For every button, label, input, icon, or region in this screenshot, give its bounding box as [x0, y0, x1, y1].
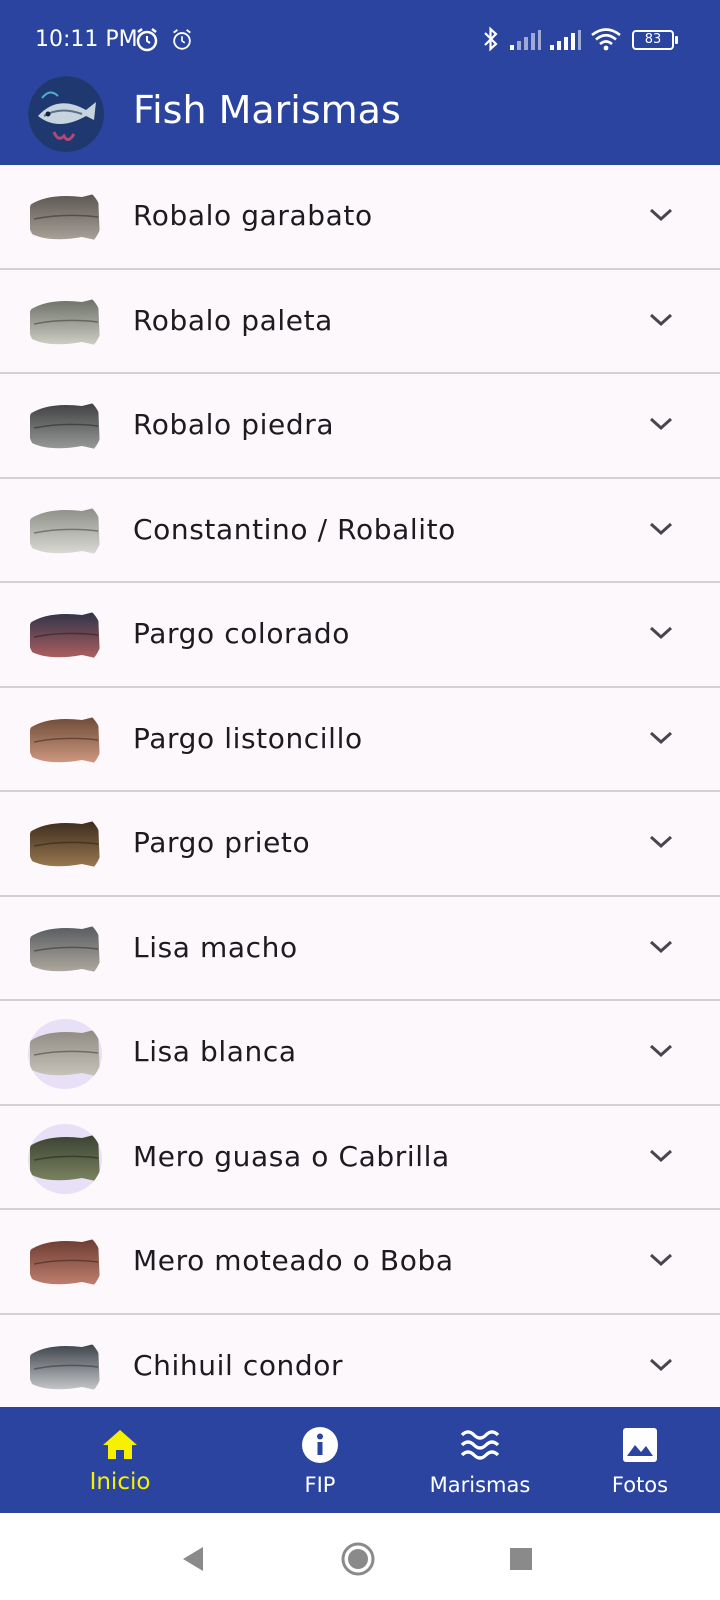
app-logo [28, 76, 104, 152]
nav-fotos[interactable]: Fotos [570, 1407, 710, 1513]
chevron-down-icon[interactable] [648, 310, 674, 330]
list-item-label: Robalo piedra [133, 408, 335, 441]
alarm-icon [136, 28, 158, 52]
chevron-down-icon[interactable] [648, 623, 674, 643]
fish-thumbnail [28, 706, 102, 776]
back-icon[interactable] [173, 1539, 213, 1579]
fish-thumbnail [28, 1019, 102, 1089]
list-item[interactable]: Chihuil condor [0, 1315, 720, 1408]
fish-image-icon [30, 1133, 100, 1182]
list-item-label: Pargo prieto [133, 826, 311, 859]
list-item[interactable]: Robalo piedra [0, 374, 720, 479]
waves-icon [460, 1430, 500, 1460]
list-item[interactable]: Robalo garabato [0, 165, 720, 270]
fish-image-icon [30, 820, 100, 868]
list-item[interactable]: Pargo prieto [0, 792, 720, 897]
chevron-down-icon[interactable] [648, 1355, 674, 1375]
home-circle-icon[interactable] [338, 1539, 378, 1579]
fish-thumbnail [28, 915, 102, 985]
fish-thumbnail [28, 392, 102, 462]
info-icon [302, 1427, 338, 1463]
chevron-down-icon[interactable] [648, 728, 674, 748]
fish-thumbnail [28, 1123, 102, 1194]
app-title: Fish Marismas [133, 88, 401, 132]
home-icon [103, 1430, 137, 1459]
fish-image-icon [30, 1238, 100, 1286]
list-item-label: Pargo colorado [133, 617, 351, 650]
alarm-outline-icon [173, 29, 191, 50]
fish-image-icon [30, 1342, 100, 1391]
list-item-label: Mero moteado o Boba [133, 1244, 454, 1277]
list-item[interactable]: Robalo paleta [0, 270, 720, 374]
battery-icon: 83 [632, 30, 678, 50]
chevron-down-icon[interactable] [648, 205, 674, 225]
list-item-label: Chihuil condor [133, 1348, 344, 1382]
nav-label-marismas: Marismas [429, 1473, 531, 1497]
fish-thumbnail [28, 183, 102, 253]
fish-image-icon [30, 297, 100, 346]
fish-logo-icon [28, 76, 104, 152]
system-navigation-bar [0, 1513, 720, 1600]
fish-thumbnail [28, 1333, 102, 1403]
bottom-navigation: Inicio FIP Marismas Fotos [0, 1407, 720, 1513]
chevron-down-icon[interactable] [648, 937, 674, 957]
fish-thumbnail [28, 288, 102, 358]
chevron-down-icon[interactable] [648, 414, 674, 434]
fish-image-icon [30, 611, 100, 659]
app-header: 10:11 PM 83 Fish Marismas [0, 0, 720, 165]
chevron-down-icon[interactable] [648, 1041, 674, 1061]
chevron-down-icon[interactable] [648, 832, 674, 852]
bluetooth-icon [484, 26, 498, 52]
list-item[interactable]: Lisa macho [0, 897, 720, 1001]
chevron-down-icon[interactable] [648, 1250, 674, 1270]
list-item[interactable]: Pargo listoncillo [0, 688, 720, 792]
chevron-down-icon[interactable] [648, 1146, 674, 1166]
fish-thumbnail [28, 601, 102, 671]
fish-list: Robalo garabato Robalo paleta Robalo piedr… [0, 165, 720, 1407]
signal-icon [510, 30, 541, 50]
image-icon [623, 1428, 657, 1462]
signal-icon [550, 30, 581, 50]
nav-label-inicio: Inicio [89, 1469, 151, 1495]
fish-thumbnail [28, 497, 102, 567]
list-item-label: Pargo listoncillo [133, 721, 363, 755]
battery-level: 83 [644, 32, 662, 47]
status-bar: 10:11 PM 83 [0, 0, 720, 80]
fish-image-icon [30, 402, 100, 450]
nav-label-fip: FIP [304, 1473, 336, 1497]
fish-image-icon [30, 715, 100, 764]
nav-label-fotos: Fotos [611, 1473, 669, 1497]
chevron-down-icon[interactable] [648, 519, 674, 539]
list-item[interactable]: Constantino / Robalito [0, 479, 720, 583]
recents-icon[interactable] [501, 1539, 541, 1579]
fish-image-icon [30, 924, 100, 973]
nav-fip[interactable]: FIP [250, 1407, 390, 1513]
fish-image-icon [30, 1029, 100, 1077]
fish-image-icon [30, 506, 100, 555]
status-time: 10:11 PM [35, 27, 138, 52]
list-item[interactable]: Pargo colorado [0, 583, 720, 688]
fish-thumbnail [28, 810, 102, 880]
fish-thumbnail [28, 1228, 102, 1298]
list-item-label: Robalo paleta [133, 303, 333, 337]
list-item[interactable]: Lisa blanca [0, 1001, 720, 1106]
list-item-label: Lisa blanca [133, 1035, 297, 1068]
wifi-icon [591, 28, 621, 51]
fish-image-icon [30, 193, 100, 241]
list-item-label: Robalo garabato [133, 199, 373, 232]
nav-marismas[interactable]: Marismas [410, 1407, 550, 1513]
list-item[interactable]: Mero guasa o Cabrilla [0, 1106, 720, 1210]
nav-inicio[interactable]: Inicio [50, 1407, 190, 1513]
list-item-label: Lisa macho [133, 930, 298, 964]
list-item[interactable]: Mero moteado o Boba [0, 1210, 720, 1315]
list-item-label: Mero guasa o Cabrilla [133, 1139, 450, 1173]
list-item-label: Constantino / Robalito [133, 512, 456, 546]
